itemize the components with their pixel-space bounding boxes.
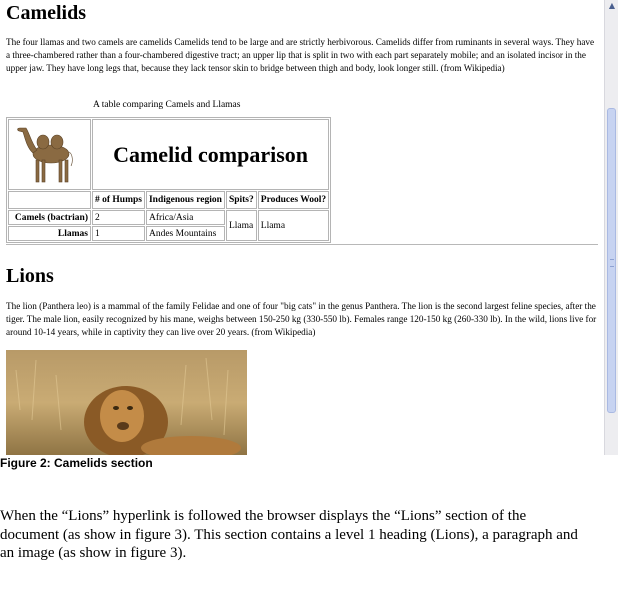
body-line: When the “Lions” hyperlink is followed t… — [0, 508, 527, 524]
body-line: an image (as show in figure 3). — [0, 545, 187, 561]
table-caption: A table comparing Camels and Llamas — [93, 100, 241, 110]
row-header-camels: Camels (bactrian) — [8, 210, 91, 225]
row-header-llamas: Llamas — [8, 226, 91, 241]
lions-heading: Lions — [6, 265, 54, 287]
lion-image — [6, 350, 247, 455]
body-paragraph: When the “Lions” hyperlink is followed t… — [0, 507, 618, 563]
col-header-wool: Produces Wool? — [257, 191, 330, 209]
chevron-up-icon[interactable]: ▲ — [607, 0, 617, 10]
col-header-region: Indigenous region — [145, 191, 225, 209]
cell-wool-shared: Llama — [257, 210, 330, 241]
cell-camels-region: Africa/Asia — [145, 210, 225, 225]
cell-llamas-humps: 1 — [92, 226, 145, 241]
camelids-heading: Camelids — [6, 2, 86, 24]
table-title: Camelid comparison — [113, 141, 309, 167]
lions-paragraph: The lion (Panthera leo) is a mammal of t… — [6, 301, 597, 337]
figure-caption: Figure 2: Camelids section — [0, 456, 153, 470]
vertical-scrollbar[interactable]: ▲ — [604, 0, 618, 455]
scroll-grip-icon — [610, 259, 614, 267]
cell-llamas-region: Andes Mountains — [145, 226, 225, 241]
body-line: document (as show in figure 3). This sec… — [0, 526, 578, 543]
section-divider — [6, 244, 598, 245]
table-row: Camels (bactrian) 2 Africa/Asia Llama Ll… — [8, 210, 330, 241]
camelid-comparison-table: Camelid comparison # of Humps Indigenous… — [6, 117, 332, 243]
cell-spits-shared: Llama — [225, 210, 257, 241]
camel-image — [8, 119, 91, 190]
camelids-paragraph: The four llamas and two camels are camel… — [6, 37, 595, 73]
empty-corner-cell — [8, 191, 91, 209]
cell-camels-humps: 2 — [92, 210, 145, 225]
col-header-spits: Spits? — [225, 191, 257, 209]
browser-viewport: Camelids The four llamas and two camels … — [0, 0, 604, 455]
col-header-humps: # of Humps — [92, 191, 145, 209]
table-title-cell: Camelid comparison — [92, 119, 330, 190]
browser-screenshot: Camelids The four llamas and two camels … — [0, 0, 618, 455]
scroll-thumb[interactable] — [607, 108, 616, 413]
